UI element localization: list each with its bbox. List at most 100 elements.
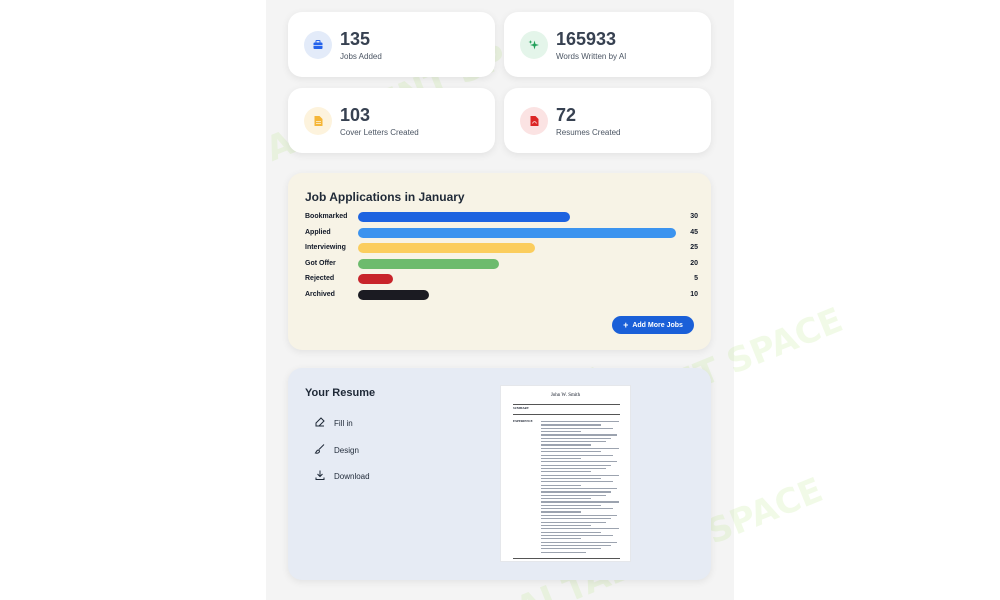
text-line	[541, 544, 611, 547]
stat-value: 135	[340, 28, 371, 49]
bar-value: 45	[690, 228, 698, 236]
download-icon	[314, 469, 326, 483]
chart-row: Rejected 5	[305, 273, 698, 285]
text-line	[541, 488, 617, 490]
stat-card-resumes: 72 Resumes Created	[504, 88, 711, 153]
bar-track	[358, 258, 676, 269]
text-line	[541, 431, 581, 433]
chart-row: Bookmarked 30	[305, 211, 698, 223]
briefcase-icon	[304, 30, 332, 59]
text-line	[541, 471, 591, 473]
text-line	[541, 444, 591, 446]
text-line	[541, 524, 591, 527]
text-line	[541, 434, 617, 436]
bar-track	[358, 227, 676, 238]
text-line	[541, 531, 601, 533]
resume-preview-name: John W. Smith	[550, 393, 581, 398]
bar-value: 20	[690, 259, 698, 267]
sparkles-icon	[520, 30, 548, 59]
text-line	[541, 501, 619, 503]
bar	[358, 258, 500, 269]
stat-card-cover-letters: 103 Cover Letters Created	[288, 88, 495, 153]
divider	[513, 404, 620, 405]
resume-preview-section: EXPERIENCE	[513, 419, 533, 423]
download-label: Download	[334, 471, 370, 481]
document-icon	[304, 106, 332, 135]
plus-icon: +	[623, 319, 629, 330]
text-line	[541, 451, 601, 453]
text-line	[541, 534, 613, 537]
download-button[interactable]: Download	[314, 469, 370, 483]
text-line	[541, 454, 613, 456]
text-line	[541, 511, 581, 513]
divider	[513, 414, 620, 415]
fill-in-label: Fill in	[334, 418, 353, 428]
text-line	[541, 484, 581, 486]
stat-label: Resumes Created	[556, 127, 621, 137]
stat-label: Jobs Added	[340, 51, 382, 61]
text-line	[541, 467, 606, 470]
bar	[358, 227, 676, 238]
bar	[358, 243, 535, 253]
bar	[358, 274, 394, 284]
bar-value: 30	[690, 213, 698, 220]
text-line	[541, 461, 617, 463]
design-label: Design	[334, 445, 359, 455]
text-line	[541, 464, 611, 466]
resume-preview[interactable]: John W. Smith SUMMARY EXPERIENCE	[500, 385, 631, 562]
fill-in-button[interactable]: Fill in	[314, 416, 353, 430]
text-line	[541, 474, 619, 476]
text-line	[541, 541, 617, 543]
bar-track	[358, 274, 676, 284]
bar-label: Rejected	[305, 275, 335, 282]
text-line	[541, 494, 606, 496]
bar	[358, 212, 570, 222]
stat-card-jobs-added: 135 Jobs Added	[288, 12, 495, 77]
text-line	[541, 504, 601, 506]
job-applications-chart: Job Applications in January Bookmarked 30…	[288, 173, 711, 350]
bar-label: Archived	[305, 290, 335, 298]
chart-row: Got Offer 20	[305, 258, 698, 270]
chart-title: Job Applications in January	[305, 190, 465, 204]
text-line	[541, 437, 611, 439]
bar-label: Interviewing	[305, 244, 346, 251]
text-line	[541, 424, 601, 426]
main-column: AI TALENT SPACE AI TALENT SPACE AI TALEN…	[260, 0, 848, 600]
bar-label: Bookmarked	[305, 213, 348, 220]
text-line	[541, 447, 619, 449]
chart-row: Archived 10	[305, 289, 698, 301]
text-line	[541, 421, 619, 423]
design-button[interactable]: Design	[314, 443, 359, 457]
chart-row: Applied 45	[305, 227, 698, 239]
text-line	[541, 427, 613, 429]
bar-value: 10	[690, 290, 698, 298]
text-line	[541, 551, 586, 553]
bar-label: Got Offer	[305, 259, 336, 267]
bar-track	[358, 212, 676, 222]
text-line	[541, 508, 613, 510]
stat-card-words-written: 165933 Words Written by AI	[504, 12, 711, 77]
stat-label: Words Written by AI	[556, 51, 627, 61]
text-line	[541, 518, 611, 520]
text-line	[541, 498, 591, 500]
text-line	[541, 457, 581, 460]
text-line	[541, 514, 617, 516]
add-more-jobs-button[interactable]: + Add More Jobs	[612, 316, 694, 334]
text-line	[541, 477, 601, 480]
resume-card: Your Resume Fill in Design Download John…	[288, 368, 711, 580]
bar-track	[358, 289, 676, 300]
text-line	[541, 481, 613, 483]
pencil-icon	[314, 416, 326, 430]
text-line	[541, 521, 606, 523]
chart-row: Interviewing 25	[305, 242, 698, 254]
resume-title: Your Resume	[305, 387, 376, 399]
divider	[513, 558, 620, 559]
text-line	[541, 491, 611, 493]
text-line	[541, 528, 619, 530]
resume-preview-section: SUMMARY	[513, 406, 529, 410]
bar-value: 5	[694, 275, 698, 282]
stat-label: Cover Letters Created	[340, 127, 419, 137]
text-line	[541, 538, 581, 540]
bar-label: Applied	[305, 228, 331, 236]
text-line	[541, 548, 601, 550]
